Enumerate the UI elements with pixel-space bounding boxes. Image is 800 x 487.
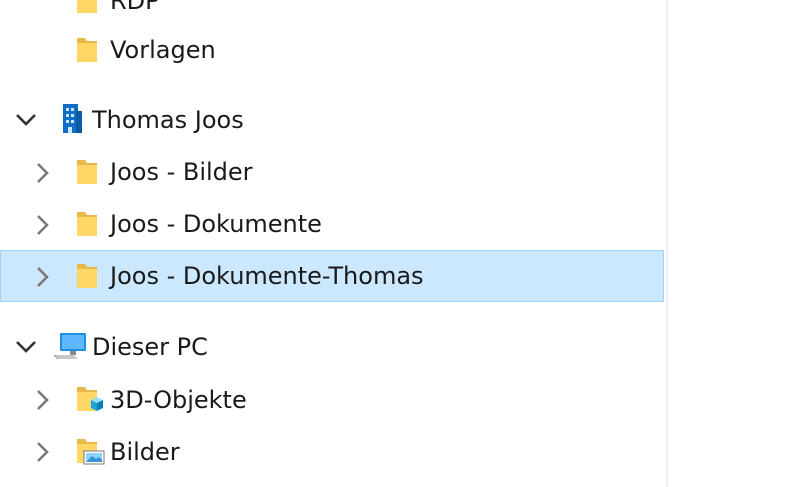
tree-item-rdp[interactable]: RDP — [0, 0, 664, 26]
tree-item-label: Joos - Dokumente — [110, 210, 322, 238]
folder-icon — [75, 260, 99, 294]
tree-item-label: Joos - Dokumente-Thomas — [110, 262, 424, 290]
chevron-down-icon[interactable] — [15, 109, 36, 129]
chevron-right-icon[interactable] — [35, 389, 55, 410]
folder-icon — [75, 156, 99, 190]
tree-item-label: Thomas Joos — [92, 106, 244, 134]
tree-item-joos-bilder[interactable]: Joos - Bilder — [0, 146, 664, 198]
building-icon — [61, 102, 83, 138]
tree-item-label: Bilder — [110, 438, 180, 466]
tree-item-joos-dokumente-thomas[interactable]: Joos - Dokumente-Thomas — [0, 250, 664, 302]
navigation-pane: RDP Vorlagen Thomas Joos Joos - Bilder J… — [0, 0, 666, 487]
chevron-right-icon[interactable] — [35, 266, 55, 287]
chevron-right-icon[interactable] — [35, 214, 55, 235]
tree-item-label: Joos - Bilder — [110, 158, 253, 186]
computer-icon — [52, 331, 88, 365]
chevron-right-icon[interactable] — [35, 441, 55, 462]
tree-item-vorlagen[interactable]: Vorlagen — [0, 24, 664, 76]
tree-item-joos-dokumente[interactable]: Joos - Dokumente — [0, 198, 664, 250]
chevron-right-icon[interactable] — [35, 162, 55, 183]
tree-item-3d-objekte[interactable]: 3D-Objekte — [0, 374, 664, 426]
chevron-down-icon[interactable] — [15, 336, 36, 356]
pictures-folder-icon — [75, 435, 105, 471]
tree-item-thomas-joos[interactable]: Thomas Joos — [0, 94, 664, 146]
tree-item-dieser-pc[interactable]: Dieser PC — [0, 321, 664, 373]
folder-icon — [75, 34, 99, 68]
3d-objects-folder-icon — [75, 383, 105, 419]
content-pane — [668, 0, 800, 487]
tree-item-label: 3D-Objekte — [110, 386, 247, 414]
tree-item-label: Vorlagen — [110, 36, 216, 64]
folder-icon — [75, 208, 99, 242]
folder-icon — [75, 0, 99, 19]
tree-item-bilder[interactable]: Bilder — [0, 426, 664, 478]
tree-item-label: RDP — [110, 0, 160, 15]
tree-item-label: Dieser PC — [92, 333, 208, 361]
